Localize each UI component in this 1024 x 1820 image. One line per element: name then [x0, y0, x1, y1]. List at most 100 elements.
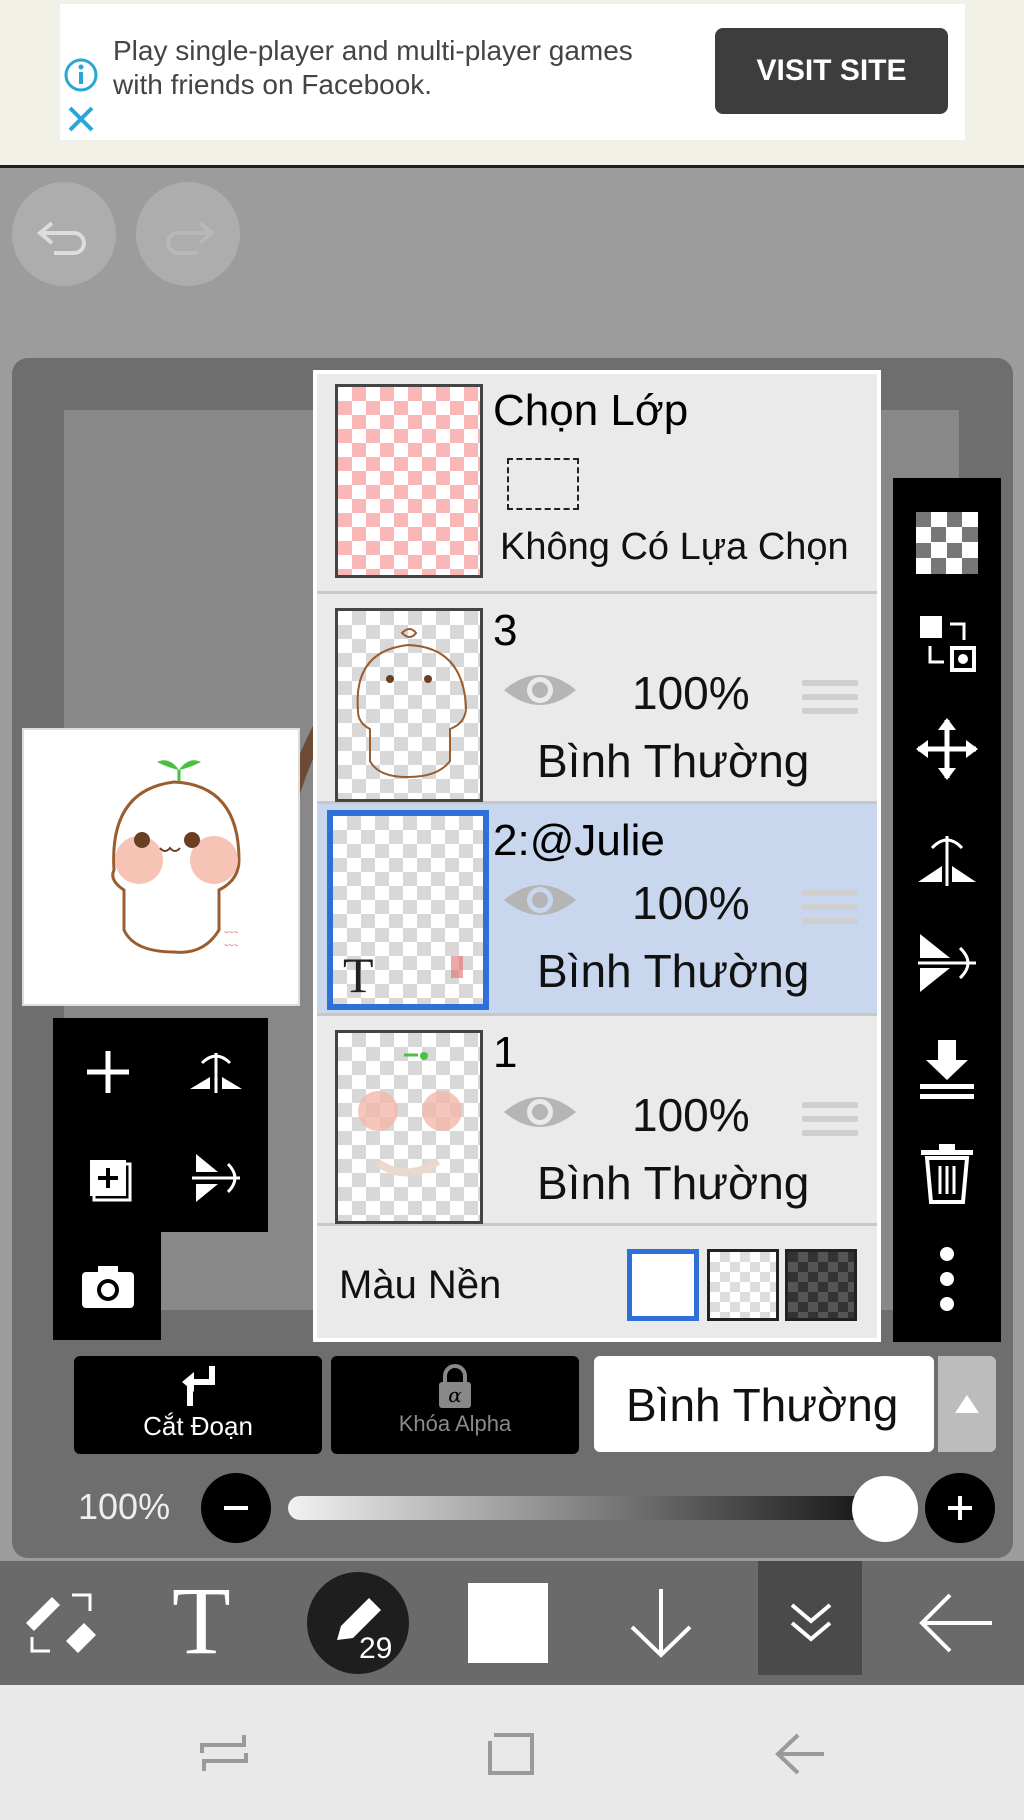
layer-thumbnail-3 — [335, 608, 483, 802]
layer-thumbnail-1 — [335, 1030, 483, 1224]
canvas-preview[interactable]: ~~~ ~~~ — [22, 728, 300, 1006]
opacity-increase-button[interactable] — [925, 1473, 995, 1543]
svg-text:α: α — [448, 1383, 462, 1407]
opacity-label: 100% — [78, 1486, 171, 1527]
alpha-lock-button[interactable]: α Khóa Alpha — [331, 1356, 579, 1454]
selection-marquee-icon — [507, 458, 579, 510]
svg-text:~~~: ~~~ — [224, 941, 238, 950]
layer-name-2: 2:@Julie — [493, 816, 665, 865]
flip-layer-horizontal-button[interactable] — [893, 812, 1001, 902]
plus-icon — [948, 1496, 972, 1520]
right-toolbar — [893, 478, 1001, 1342]
add-layer-button[interactable] — [58, 1022, 158, 1122]
visit-site-button[interactable]: VISIT SITE — [715, 28, 948, 114]
bottom-toolbar: T 29 — [0, 1561, 1024, 1685]
alpha-lock-label: Khóa Alpha — [398, 1411, 512, 1436]
selection-layer-thumbnail — [335, 384, 483, 578]
layer-name-1: 1 — [493, 1028, 518, 1077]
checker-icon — [916, 512, 978, 574]
drag-handle-icon[interactable] — [802, 680, 858, 722]
transparency-checker-button[interactable] — [893, 498, 1001, 588]
brush-eraser-toggle-button[interactable] — [20, 1585, 104, 1666]
drag-handle-icon[interactable] — [802, 1102, 858, 1144]
flip-vertical-icon — [192, 1154, 240, 1202]
plus-icon — [87, 1051, 129, 1093]
merge-down-icon — [920, 1040, 974, 1099]
brush-tool-button[interactable]: 29 — [307, 1572, 409, 1674]
text-tool-icon[interactable]: T — [172, 1571, 231, 1671]
system-back-icon — [775, 1733, 824, 1775]
lock-alpha-icon: α — [439, 1364, 471, 1408]
character-illustration: ~~~ ~~~ — [111, 760, 241, 954]
blend-mode-value: Bình Thường — [626, 1379, 899, 1431]
layer-name-3: 3 — [493, 606, 518, 655]
swap-layer-button[interactable] — [893, 598, 1001, 688]
move-icon — [916, 718, 978, 780]
redo-icon — [166, 221, 216, 255]
layer-blend-3: Bình Thường — [537, 735, 810, 787]
pen-eraser-swap-icon — [26, 1593, 96, 1653]
info-icon[interactable] — [64, 58, 98, 92]
flip-vertical-icon — [918, 934, 976, 992]
recent-apps-button[interactable] — [196, 1727, 252, 1782]
visibility-eye-icon[interactable] — [502, 876, 578, 924]
collapse-panel-button[interactable] — [758, 1561, 862, 1675]
layer-opacity-1: 100% — [632, 1089, 750, 1141]
opacity-decrease-button[interactable] — [201, 1473, 271, 1543]
flip-vertical-button[interactable] — [166, 1128, 266, 1228]
layer-thumbnail-2: T — [327, 810, 489, 1010]
system-back-button[interactable] — [772, 1729, 828, 1784]
duplicate-layer-button[interactable] — [58, 1128, 158, 1228]
flip-layer-vertical-button[interactable] — [893, 918, 1001, 1008]
background-color-row: Màu Nền — [317, 1229, 877, 1339]
flip-horizontal-button[interactable] — [166, 1022, 266, 1122]
bg-transparent-swatch[interactable] — [707, 1249, 779, 1321]
triangle-up-icon — [955, 1395, 979, 1413]
ad-text: Play single-player and multi-player game… — [113, 35, 633, 100]
minus-icon — [224, 1506, 248, 1510]
svg-text:~~~: ~~~ — [224, 928, 238, 937]
blend-mode-dropdown-button[interactable] — [938, 1356, 996, 1452]
color-swatch-button[interactable] — [468, 1583, 548, 1663]
arrow-down-icon — [630, 1589, 692, 1658]
camera-button[interactable] — [58, 1236, 158, 1336]
delete-layer-button[interactable] — [893, 1128, 1001, 1218]
layer-row-1[interactable]: 1 100% Bình Thường — [317, 1016, 877, 1226]
move-down-button[interactable] — [626, 1585, 696, 1666]
clipping-arrow-icon — [182, 1366, 215, 1406]
move-layer-button[interactable] — [893, 704, 1001, 794]
home-square-icon — [488, 1733, 534, 1775]
double-chevron-down-icon — [790, 1603, 832, 1642]
selection-layer-row[interactable]: Chọn Lớp Không Có Lựa Chọn — [317, 374, 877, 594]
layers-panel: Chọn Lớp Không Có Lựa Chọn 3 100% Bình T… — [313, 370, 881, 1342]
layer-row-3[interactable]: 3 100% Bình Thường — [317, 594, 877, 804]
more-vertical-icon — [940, 1247, 954, 1311]
duplicate-icon — [90, 1160, 132, 1202]
close-icon[interactable] — [66, 104, 96, 134]
merge-down-button[interactable] — [893, 1024, 1001, 1114]
bg-white-swatch[interactable] — [627, 1249, 699, 1321]
layer-opacity-3: 100% — [632, 667, 750, 719]
redo-button[interactable] — [136, 182, 240, 286]
opacity-slider[interactable] — [288, 1496, 884, 1520]
layer-opacity-2: 100% — [632, 877, 750, 929]
home-button[interactable] — [484, 1729, 540, 1784]
recent-apps-icon — [200, 1735, 248, 1771]
visibility-eye-icon[interactable] — [502, 1088, 578, 1136]
back-button[interactable] — [916, 1587, 996, 1664]
arrow-left-icon — [919, 1593, 992, 1653]
bg-dark-checker-swatch[interactable] — [785, 1249, 857, 1321]
flip-horizontal-icon — [918, 836, 976, 886]
layer-row-2[interactable]: T 2:@Julie 100% Bình Thường — [317, 804, 877, 1016]
visibility-eye-icon[interactable] — [502, 666, 578, 714]
camera-icon — [82, 1266, 134, 1308]
more-options-button[interactable] — [893, 1234, 1001, 1324]
layer-blend-1: Bình Thường — [537, 1157, 810, 1209]
clipping-button[interactable]: Cắt Đoạn — [74, 1356, 322, 1454]
drag-handle-icon[interactable] — [802, 890, 858, 932]
undo-icon — [36, 221, 86, 255]
undo-button[interactable] — [12, 182, 116, 286]
trash-icon — [921, 1144, 973, 1204]
blend-mode-select[interactable]: Bình Thường — [594, 1356, 934, 1452]
opacity-slider-knob[interactable] — [852, 1476, 918, 1542]
